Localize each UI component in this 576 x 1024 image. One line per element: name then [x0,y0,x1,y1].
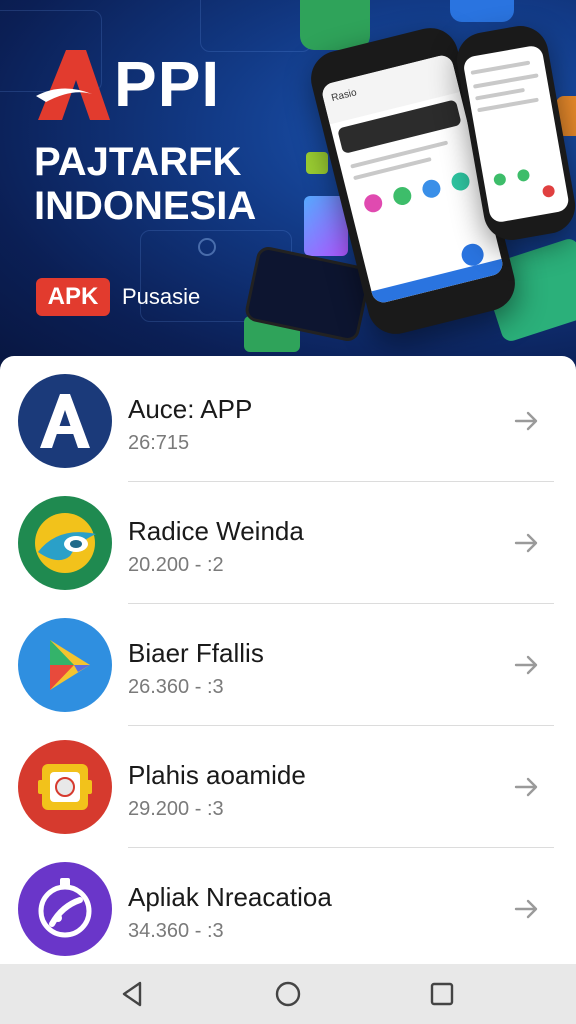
brand-logo: PPI [32,44,220,124]
list-item[interactable]: Plahis aoamide 29.200 - :3 [0,726,576,848]
gear-swoosh-icon [18,862,112,956]
arrow-right-icon[interactable] [512,528,542,558]
app-name: Biaer Ffallis [128,638,264,668]
letter-a-icon [18,374,112,468]
hero-subtitle: Pusasie [122,284,201,309]
hero-banner: Rasio PPI PAJTARFK INDONESIA APK Pusasie [0,0,576,372]
app-meta: 26.360 - :3 [128,676,224,698]
apk-badge: APK [36,278,110,316]
circle-home-icon[interactable] [272,978,304,1010]
list-item[interactable]: Radice Weinda 20.200 - :2 [0,482,576,604]
logo-text: PPI [114,48,221,120]
logo-a-icon [36,50,110,120]
arrow-right-icon[interactable] [512,650,542,680]
square-recents-icon[interactable] [426,978,458,1010]
app-meta: 29.200 - :3 [128,798,224,820]
app-meta: 34.360 - :3 [128,920,224,942]
list-item[interactable]: Apliak Nreacatioa 34.360 - :3 [0,848,576,970]
hero-title: PAJTARFK INDONESIA [34,140,256,228]
app-name: Auce: APP [128,394,253,424]
app-list: Auce: APP 26:715 Radice Weinda 20.200 - … [0,356,576,964]
triangle-back-icon[interactable] [116,978,148,1010]
swirl-icon [18,496,112,590]
play-triangle-icon [18,618,112,712]
arrow-right-icon[interactable] [512,406,542,436]
arrow-right-icon[interactable] [512,894,542,924]
app-name: Plahis aoamide [128,760,306,790]
system-nav-bar [0,964,576,1024]
hero-title-line2: INDONESIA [34,184,257,228]
bg-circle [198,238,216,256]
arrow-right-icon[interactable] [512,772,542,802]
app-name: Radice Weinda [128,516,304,546]
camera-box-icon [18,740,112,834]
app-meta: 20.200 - :2 [128,554,224,576]
app-name: Apliak Nreacatioa [128,882,332,912]
hero-title-line1: PAJTARFK [34,140,242,184]
green-cube-icon [306,152,328,174]
android-tile [300,0,370,50]
list-item[interactable]: Biaer Ffallis 26.360 - :3 [0,604,576,726]
list-item[interactable]: Auce: APP 26:715 [0,360,576,482]
blue-tile [450,0,514,22]
app-meta: 26:715 [128,432,190,454]
